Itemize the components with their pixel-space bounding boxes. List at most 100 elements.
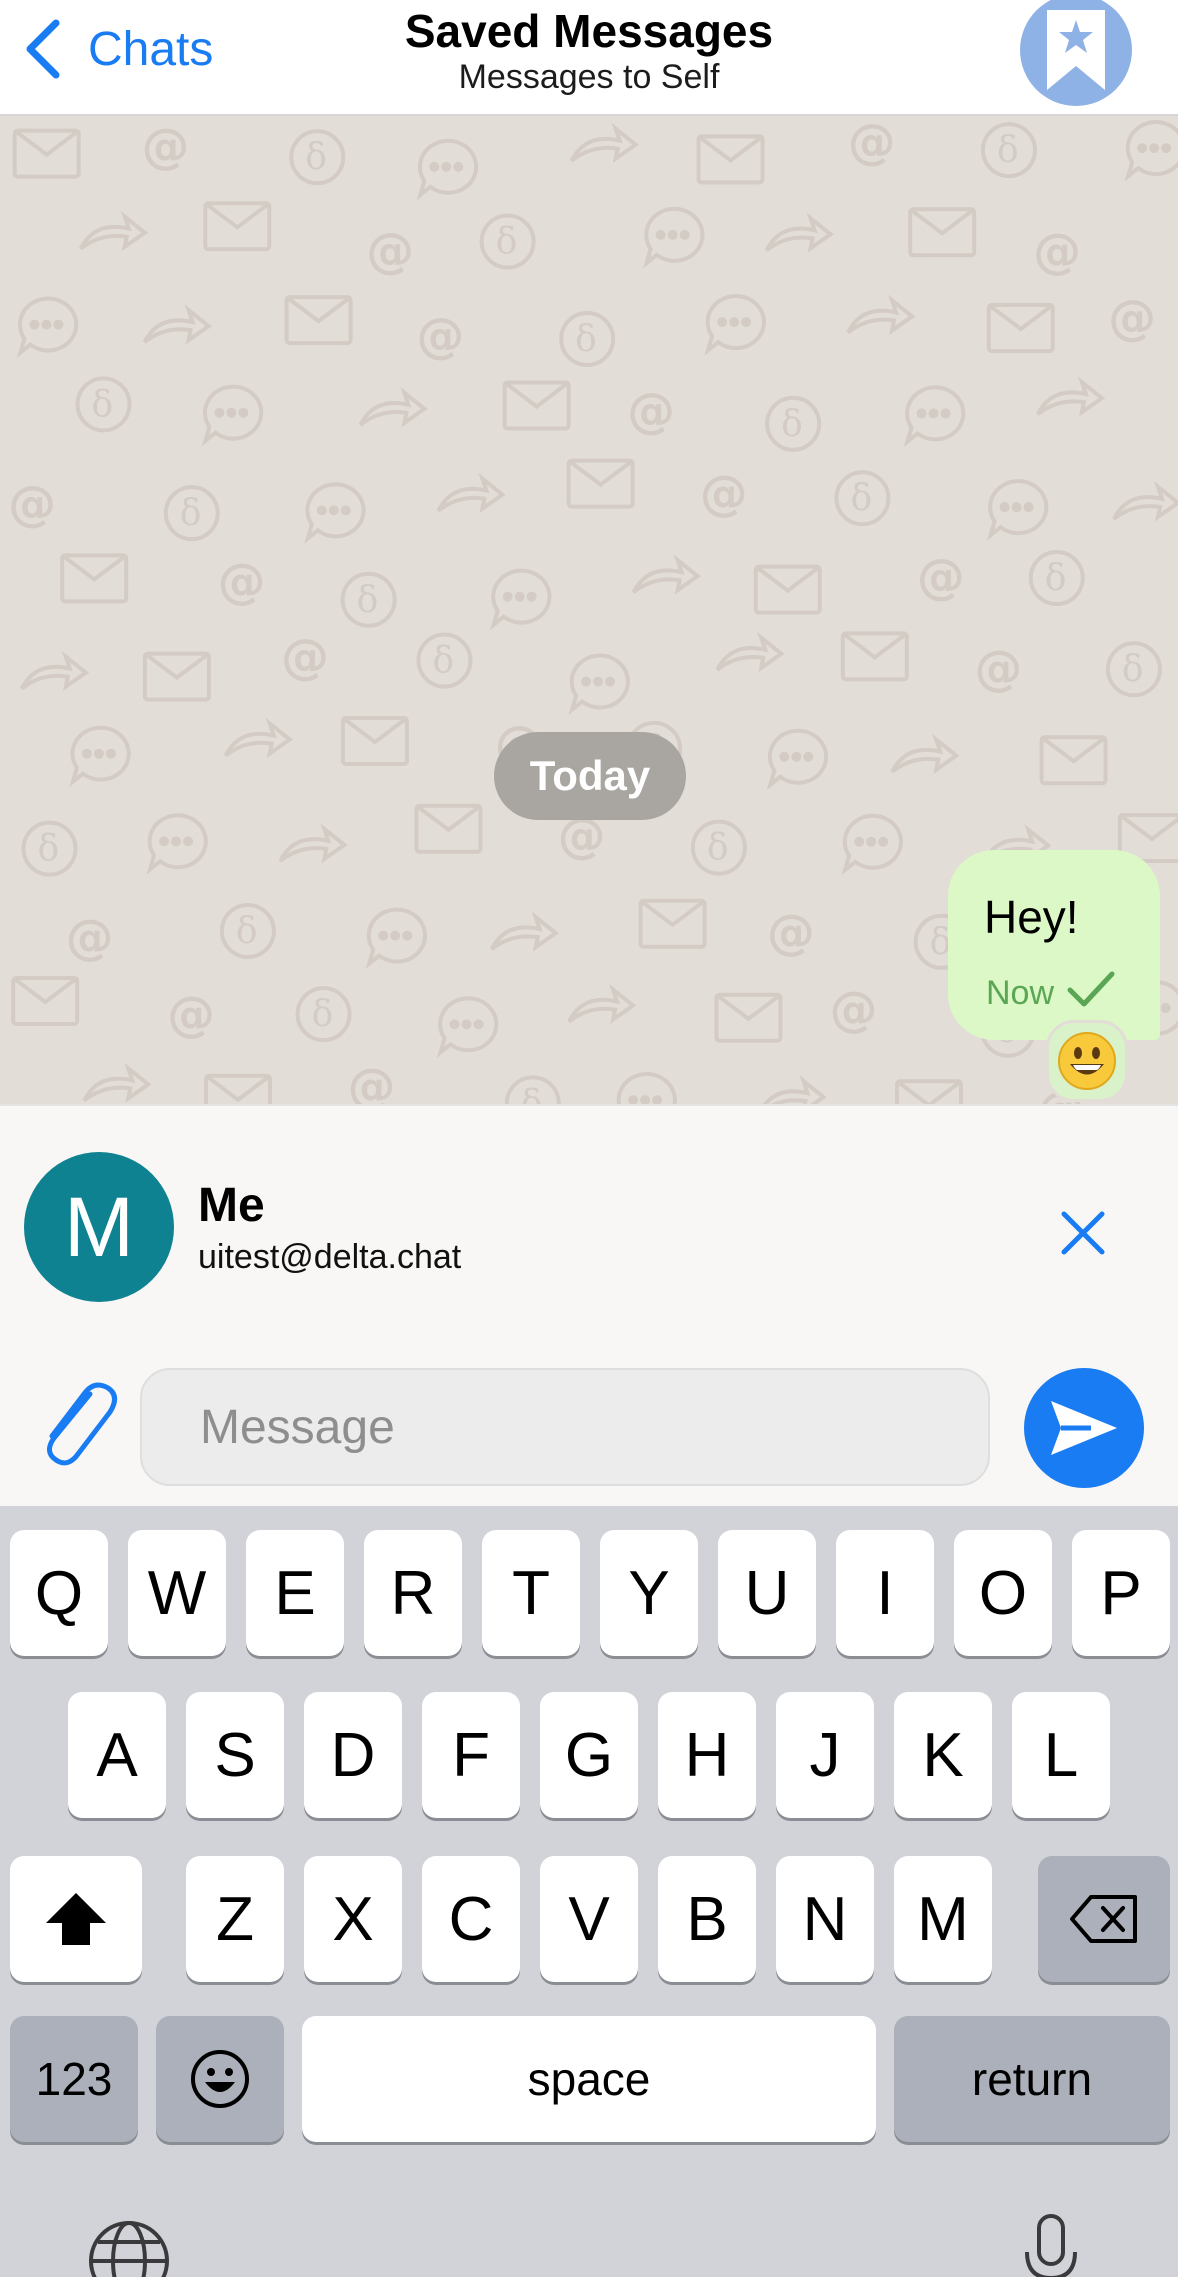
key-s[interactable]: S: [186, 1692, 284, 1818]
key-o[interactable]: O: [954, 1530, 1052, 1656]
backspace-key[interactable]: [1038, 1856, 1170, 1982]
message-text: Hey!: [984, 891, 1079, 943]
svg-text:@: @: [917, 549, 965, 605]
quote-sender-name: Me: [198, 1179, 265, 1232]
message-input[interactable]: Message: [140, 1368, 990, 1486]
key-d[interactable]: D: [304, 1692, 402, 1818]
bookmark-star-icon: [1047, 10, 1105, 90]
send-icon: [1051, 1401, 1117, 1455]
svg-text:δ: δ: [781, 404, 803, 445]
numbers-key[interactable]: 123: [10, 2016, 138, 2142]
globe-icon: [89, 2221, 169, 2277]
svg-text:δ: δ: [496, 222, 518, 263]
cancel-quote-button[interactable]: [1050, 1200, 1116, 1266]
key-x[interactable]: X: [304, 1856, 402, 1982]
close-icon: [1061, 1211, 1105, 1255]
svg-text:@: @: [700, 465, 748, 521]
key-g[interactable]: G: [540, 1692, 638, 1818]
svg-text:δ: δ: [92, 384, 114, 425]
key-i[interactable]: I: [836, 1530, 934, 1656]
return-key[interactable]: return: [894, 2016, 1170, 2142]
key-m[interactable]: M: [894, 1856, 992, 1982]
key-t[interactable]: T: [482, 1530, 580, 1656]
message-time: Now: [986, 974, 1055, 1012]
microphone-icon: [1025, 2214, 1077, 2277]
svg-text:@: @: [627, 383, 675, 439]
svg-text:@: @: [141, 118, 189, 174]
key-v[interactable]: V: [540, 1856, 638, 1982]
svg-text:@: @: [1033, 224, 1081, 280]
date-separator: Today: [494, 732, 686, 820]
svg-text:@: @: [366, 223, 414, 279]
key-y[interactable]: Y: [600, 1530, 698, 1656]
svg-text:δ: δ: [312, 994, 334, 1035]
key-n[interactable]: N: [776, 1856, 874, 1982]
key-u[interactable]: U: [718, 1530, 816, 1656]
key-w[interactable]: W: [128, 1530, 226, 1656]
paperclip-icon: [47, 1382, 117, 1466]
onscreen-keyboard: Q W E R T Y U I O P A S D F G H J K L Z …: [0, 1506, 1178, 2277]
space-key[interactable]: space: [302, 2016, 876, 2142]
svg-text:@: @: [167, 986, 215, 1042]
chat-area[interactable]: @δ@δ@δ@δ@δ@δ@δ@δ@δ@δ@δ@δ@δ@δ@δ@δ@δ@δ@δ@δ…: [0, 116, 1178, 1104]
svg-text:@: @: [66, 909, 114, 965]
svg-text:@: @: [1108, 290, 1156, 346]
svg-text:@: @: [8, 476, 56, 532]
svg-text:δ: δ: [180, 493, 202, 534]
svg-text:δ: δ: [1122, 649, 1144, 690]
svg-text:δ: δ: [1045, 558, 1067, 599]
emoji-icon: [191, 2050, 249, 2108]
key-f[interactable]: F: [422, 1692, 520, 1818]
svg-text:δ: δ: [521, 1083, 543, 1104]
svg-text:δ: δ: [432, 641, 454, 682]
key-q[interactable]: Q: [10, 1530, 108, 1656]
key-j[interactable]: J: [776, 1692, 874, 1818]
globe-button[interactable]: [86, 2218, 172, 2277]
svg-text:@: @: [347, 1059, 395, 1104]
svg-text:@: @: [830, 982, 878, 1038]
svg-text:δ: δ: [707, 828, 729, 869]
avatar: M: [24, 1152, 174, 1302]
svg-text:@: @: [416, 308, 464, 364]
svg-text:δ: δ: [997, 130, 1019, 171]
svg-text:δ: δ: [236, 911, 258, 952]
key-l[interactable]: L: [1012, 1692, 1110, 1818]
message-bubble-outgoing[interactable]: Hey! Now: [948, 850, 1160, 1040]
attach-button[interactable]: [32, 1376, 122, 1476]
key-k[interactable]: K: [894, 1692, 992, 1818]
key-c[interactable]: C: [422, 1856, 520, 1982]
grinning-face-icon: [1058, 1032, 1116, 1090]
key-b[interactable]: B: [658, 1856, 756, 1982]
svg-text:δ: δ: [850, 478, 872, 519]
key-r[interactable]: R: [364, 1530, 462, 1656]
key-a[interactable]: A: [68, 1692, 166, 1818]
svg-text:@: @: [281, 629, 329, 685]
shift-icon: [46, 1893, 106, 1945]
key-p[interactable]: P: [1072, 1530, 1170, 1656]
message-placeholder: Message: [200, 1401, 395, 1454]
navigation-bar: Chats Saved Messages Messages to Self: [0, 0, 1178, 116]
svg-text:δ: δ: [38, 829, 60, 870]
checkmark-icon: [1067, 971, 1115, 1007]
emoji-key[interactable]: [156, 2016, 284, 2142]
svg-text:@: @: [848, 116, 896, 170]
chat-subtitle[interactable]: Messages to Self: [0, 58, 1178, 97]
reaction-emoji[interactable]: [1046, 1020, 1128, 1102]
key-z[interactable]: Z: [186, 1856, 284, 1982]
shift-key[interactable]: [10, 1856, 142, 1982]
send-button[interactable]: [1024, 1368, 1144, 1488]
key-h[interactable]: H: [658, 1692, 756, 1818]
dictation-button[interactable]: [1020, 2212, 1082, 2277]
svg-text:δ: δ: [305, 137, 327, 178]
quote-sender-address: uitest@delta.chat: [198, 1238, 462, 1276]
chat-title[interactable]: Saved Messages: [0, 4, 1178, 58]
svg-text:δ: δ: [357, 580, 379, 621]
message-composer: Message: [0, 1330, 1178, 1506]
svg-text:@: @: [218, 553, 266, 609]
reply-quote-panel: M Me uitest@delta.chat: [0, 1104, 1178, 1330]
svg-text:δ: δ: [575, 319, 597, 360]
key-e[interactable]: E: [246, 1530, 344, 1656]
svg-text:@: @: [767, 904, 815, 960]
backspace-icon: [1070, 1895, 1137, 1943]
svg-text:@: @: [974, 641, 1022, 697]
